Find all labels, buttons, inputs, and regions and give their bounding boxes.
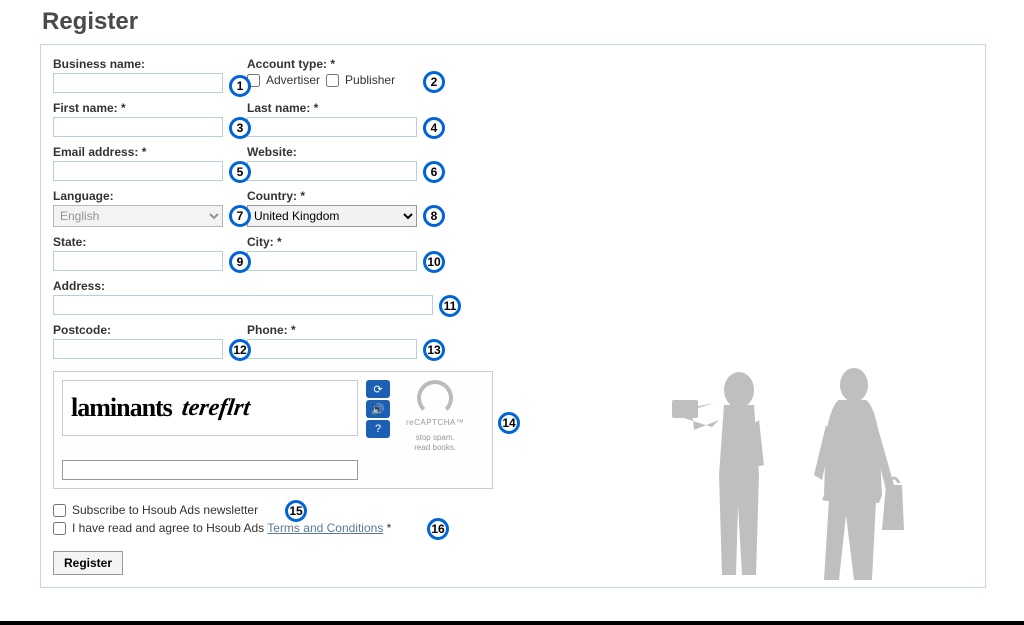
label-language: Language: <box>53 189 223 203</box>
captcha-tag2: read books. <box>414 443 456 453</box>
people-icon <box>664 355 964 605</box>
badge-13: 13 <box>423 339 445 361</box>
label-last-name: Last name: * <box>247 101 417 115</box>
input-postcode[interactable] <box>53 339 223 359</box>
terms-suf: * <box>383 521 391 535</box>
badge-8: 8 <box>423 205 445 227</box>
label-email: Email address: * <box>53 145 223 159</box>
badge-14: 14 <box>498 412 520 434</box>
label-state: State: <box>53 235 223 249</box>
badge-11: 11 <box>439 295 461 317</box>
input-city[interactable] <box>247 251 417 271</box>
field-city: City: * 10 <box>247 235 417 271</box>
badge-1: 1 <box>229 75 251 97</box>
badge-4: 4 <box>423 117 445 139</box>
label-publisher: Publisher <box>345 73 395 87</box>
captcha-image: laminants tereflrt <box>62 380 358 436</box>
decorative-silhouettes <box>664 355 964 605</box>
badge-2: 2 <box>423 71 445 93</box>
badge-9: 9 <box>229 251 251 273</box>
captcha-tag1: stop spam. <box>414 433 456 443</box>
label-first-name: First name: * <box>53 101 223 115</box>
page-title: Register <box>42 8 1024 36</box>
field-business-name: Business name: 1 <box>53 57 223 93</box>
field-phone: Phone: * 13 <box>247 323 417 359</box>
field-postcode: Postcode: 12 <box>53 323 223 359</box>
badge-12: 12 <box>229 339 251 361</box>
checkbox-newsletter[interactable] <box>53 504 66 517</box>
bottom-border <box>0 621 1024 625</box>
label-country: Country: * <box>247 189 417 203</box>
input-website[interactable] <box>247 161 417 181</box>
register-button[interactable]: Register <box>53 551 123 575</box>
label-city: City: * <box>247 235 417 249</box>
terms-link[interactable]: Terms and Conditions <box>267 521 383 535</box>
badge-3: 3 <box>229 117 251 139</box>
captcha-input[interactable] <box>62 460 358 480</box>
input-last-name[interactable] <box>247 117 417 137</box>
recaptcha-icon <box>417 380 453 416</box>
captcha-audio-button[interactable]: 🔊 <box>366 400 390 418</box>
select-language: English <box>53 205 223 227</box>
audio-icon: 🔊 <box>371 403 385 416</box>
badge-5: 5 <box>229 161 251 183</box>
captcha-refresh-button[interactable]: ⟳ <box>366 380 390 398</box>
checkbox-terms[interactable] <box>53 522 66 535</box>
input-state[interactable] <box>53 251 223 271</box>
label-newsletter: Subscribe to Hsoub Ads newsletter <box>72 503 258 517</box>
label-account-type: Account type: * <box>247 57 417 71</box>
field-first-name: First name: * 3 <box>53 101 223 137</box>
badge-16: 16 <box>427 518 449 540</box>
field-email: Email address: * 5 <box>53 145 223 181</box>
field-last-name: Last name: * 4 <box>247 101 417 137</box>
captcha-brand: reCAPTCHA™ <box>406 418 464 427</box>
label-terms: I have read and agree to Hsoub Ads Terms… <box>72 521 391 535</box>
label-advertiser: Advertiser <box>266 73 320 87</box>
captcha-word-1: laminants <box>71 393 172 423</box>
input-business-name[interactable] <box>53 73 223 93</box>
help-icon: ? <box>375 423 381 435</box>
field-language: Language: English 7 <box>53 189 223 227</box>
field-state: State: 9 <box>53 235 223 271</box>
captcha-word-2: tereflrt <box>180 395 252 422</box>
badge-10: 10 <box>423 251 445 273</box>
badge-15: 15 <box>285 500 307 522</box>
label-phone: Phone: * <box>247 323 417 337</box>
captcha-help-button[interactable]: ? <box>366 420 390 438</box>
checkbox-publisher[interactable] <box>326 74 339 87</box>
input-first-name[interactable] <box>53 117 223 137</box>
field-address: Address: 11 <box>53 279 433 315</box>
field-website: Website: 6 <box>247 145 417 181</box>
input-email[interactable] <box>53 161 223 181</box>
label-business-name: Business name: <box>53 57 223 71</box>
input-address[interactable] <box>53 295 433 315</box>
label-address: Address: <box>53 279 433 293</box>
field-account-type: Account type: * Advertiser Publisher 2 <box>247 57 417 93</box>
captcha-widget: laminants tereflrt ⟳ 🔊 ? reCAPTCHA™ stop… <box>53 371 493 489</box>
badge-6: 6 <box>423 161 445 183</box>
refresh-icon: ⟳ <box>373 383 382 396</box>
label-website: Website: <box>247 145 417 159</box>
badge-7: 7 <box>229 205 251 227</box>
label-postcode: Postcode: <box>53 323 223 337</box>
terms-pre: I have read and agree to Hsoub Ads <box>72 521 267 535</box>
select-country[interactable]: United Kingdom <box>247 205 417 227</box>
field-country: Country: * United Kingdom 8 <box>247 189 417 227</box>
input-phone[interactable] <box>247 339 417 359</box>
captcha-logo: reCAPTCHA™ stop spam. read books. <box>406 380 464 452</box>
